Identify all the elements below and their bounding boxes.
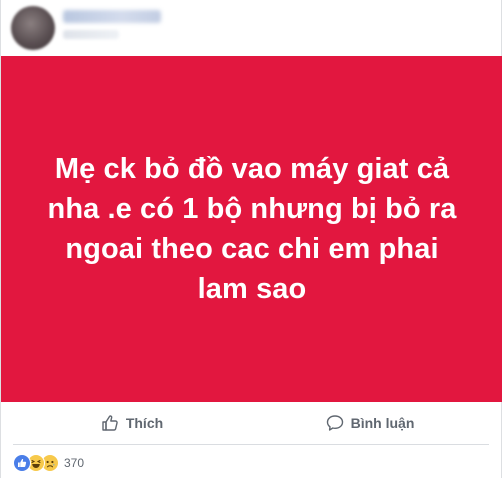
post-header [1,0,501,56]
post-meta-blurred [63,30,119,39]
post-card: Mẹ ck bỏ đồ vao máy giat cả nha .e có 1 … [0,0,502,478]
reaction-count[interactable]: 370 [64,456,84,470]
comment-icon [326,415,343,431]
reactions-summary[interactable]: 370 [13,453,84,473]
author-name-blurred[interactable] [63,10,161,23]
post-text: Mẹ ck bỏ đồ vao máy giat cả nha .e có 1 … [47,153,457,305]
thumbs-up-icon [102,415,118,431]
like-reaction-icon [13,454,31,472]
like-button[interactable]: Thích [13,402,251,444]
comment-label: Bình luận [350,415,415,431]
avatar[interactable] [11,6,55,50]
action-bar: Thích Bình luận [13,402,489,445]
like-label: Thích [125,415,164,431]
post-text-banner: Mẹ ck bỏ đồ vao máy giat cả nha .e có 1 … [1,56,502,402]
comment-button[interactable]: Bình luận [251,402,489,444]
